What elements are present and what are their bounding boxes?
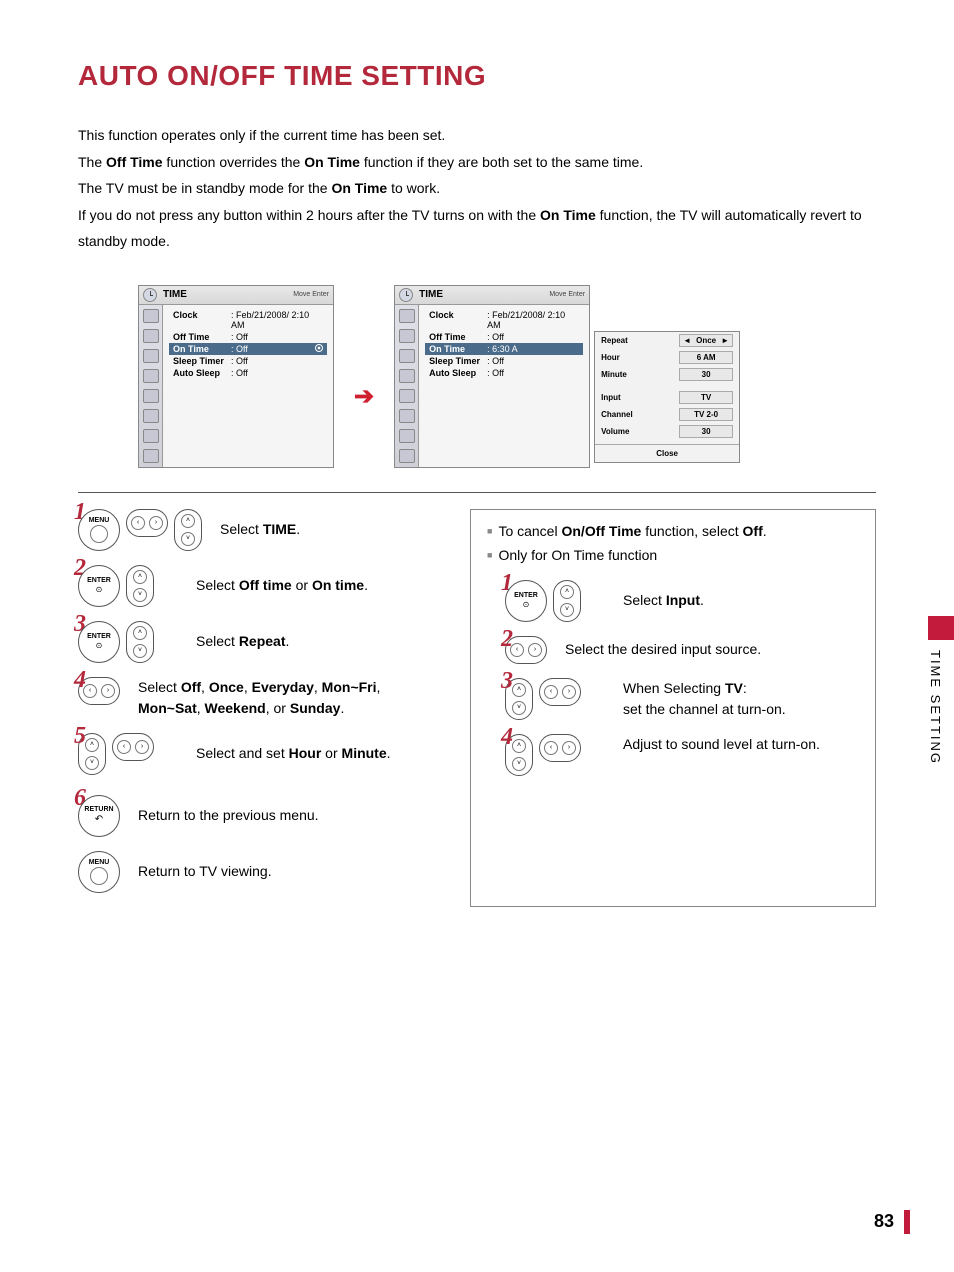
- dpad-ud-icon: ˄˅: [553, 580, 581, 622]
- dpad-ud-icon: ˄˅: [174, 509, 202, 551]
- menu-button-icon: MENU: [78, 509, 120, 551]
- clock-icon: [399, 288, 413, 302]
- osd-row-clock: ClockFeb/21/2008/ 2:10 AM: [169, 309, 327, 331]
- page-number: 83: [874, 1211, 894, 1232]
- osd-row-autosleep: Auto SleepOff: [425, 367, 583, 379]
- osd-row-offtime: Off TimeOff: [425, 331, 583, 343]
- osd-sidebar: [395, 305, 419, 467]
- menu-icon: [399, 389, 415, 403]
- step-2: 2 ENTER ˄˅ Select Off time or On time.: [78, 565, 450, 607]
- right-step-1: 1 ENTER ˄˅ Select Input.: [505, 580, 859, 622]
- intro-line-2: The Off Time function overrides the On T…: [78, 149, 876, 176]
- osd-popup: Repeat◄Once► Hour6 AM Minute30 InputTV C…: [594, 331, 740, 463]
- popup-input-value: TV: [679, 391, 733, 404]
- popup-volume-value: 30: [679, 425, 733, 438]
- osd-hints: Move Enter: [293, 291, 329, 298]
- step-3: 3 ENTER ˄˅ Select Repeat.: [78, 621, 450, 663]
- arrow-left-icon: ◄: [683, 336, 691, 345]
- arrow-right-icon: ►: [721, 336, 729, 345]
- osd-panel-after: TIME Move Enter ClockFeb/21/2008/ 2:10 A…: [394, 285, 590, 468]
- step-menu-return: MENU Return to TV viewing.: [78, 851, 450, 893]
- dpad-lr-icon: ‹›: [539, 678, 581, 706]
- step-5: 5 ˄˅ ‹› Select and set Hour or Minute.: [78, 733, 450, 775]
- side-tab: TIME SETTING: [928, 640, 954, 800]
- dpad-lr-icon: ‹›: [126, 509, 168, 537]
- divider: [78, 492, 876, 493]
- return-button-icon: RETURN: [78, 795, 120, 837]
- side-tab-label: TIME SETTING: [928, 640, 943, 800]
- intro-line-3: The TV must be in standby mode for the O…: [78, 175, 876, 202]
- dpad-lr-icon: ‹›: [539, 734, 581, 762]
- right-step-2: 2 ‹› Select the desired input source.: [505, 636, 859, 664]
- page-title: AUTO ON/OFF TIME SETTING: [78, 60, 876, 92]
- dpad-lr-icon: ‹›: [112, 733, 154, 761]
- menu-icon: [143, 369, 159, 383]
- step-1: 1 MENU ‹› ˄˅ Select TIME.: [78, 509, 450, 551]
- osd-row-clock: ClockFeb/21/2008/ 2:10 AM: [425, 309, 583, 331]
- menu-icon: [399, 429, 415, 443]
- osd-sidebar: [139, 305, 163, 467]
- intro-line-4: If you do not press any button within 2 …: [78, 202, 876, 255]
- enter-button-icon: ENTER: [505, 580, 547, 622]
- menu-icon: [143, 429, 159, 443]
- menu-icon: [143, 329, 159, 343]
- dpad-ud-icon: ˄˅: [126, 621, 154, 663]
- osd-row-sleep: Sleep TimerOff: [425, 355, 583, 367]
- osd-panel-before: TIME Move Enter ClockFeb/21/2008/ 2:10 A…: [138, 285, 334, 468]
- side-tab-marker: [928, 616, 954, 640]
- menu-icon: [399, 409, 415, 423]
- osd-row-ontime-selected: On TimeOff: [169, 343, 327, 355]
- menu-icon: [143, 409, 159, 423]
- enter-button-icon: ENTER: [78, 565, 120, 607]
- page-num-bar: [904, 1210, 910, 1234]
- radio-icon: [315, 344, 323, 352]
- menu-icon: [143, 389, 159, 403]
- osd-title: TIME: [419, 289, 549, 300]
- right-step-3: 3 ˄˅ ‹› When Selecting TV:set the channe…: [505, 678, 859, 720]
- menu-button-icon: MENU: [78, 851, 120, 893]
- enter-button-icon: ENTER: [78, 621, 120, 663]
- popup-minute-value: 30: [679, 368, 733, 381]
- dpad-ud-icon: ˄˅: [126, 565, 154, 607]
- intro-block: This function operates only if the curre…: [78, 122, 876, 255]
- popup-repeat-value: ◄Once►: [679, 334, 733, 347]
- osd-row-ontime-selected: On Time6:30 A: [425, 343, 583, 355]
- osd-row-sleep: Sleep TimerOff: [169, 355, 327, 367]
- menu-icon: [143, 349, 159, 363]
- menu-icon: [399, 449, 415, 463]
- menu-icon: [143, 449, 159, 463]
- popup-channel-value: TV 2-0: [679, 408, 733, 421]
- popup-close: Close: [595, 444, 739, 462]
- intro-line-1: This function operates only if the curre…: [78, 122, 876, 149]
- osd-row-offtime: Off TimeOff: [169, 331, 327, 343]
- menu-icon: [399, 309, 415, 323]
- osd-title: TIME: [163, 289, 293, 300]
- right-info-box: ■To cancel On/Off Time function, select …: [470, 509, 876, 907]
- menu-icon: [399, 329, 415, 343]
- menu-icon: [399, 349, 415, 363]
- right-step-4: 4 ˄˅ ‹› Adjust to sound level at turn-on…: [505, 734, 859, 776]
- osd-row-autosleep: Auto SleepOff: [169, 367, 327, 379]
- popup-hour-value: 6 AM: [679, 351, 733, 364]
- osd-hints: Move Enter: [549, 291, 585, 298]
- menu-icon: [399, 369, 415, 383]
- clock-icon: [143, 288, 157, 302]
- arrow-right-icon: ➔: [354, 382, 374, 411]
- step-4: 4 ‹› Select Off, Once, Everyday, Mon~Fri…: [78, 677, 450, 719]
- menu-icon: [143, 309, 159, 323]
- step-6: 6 RETURN Return to the previous menu.: [78, 795, 450, 837]
